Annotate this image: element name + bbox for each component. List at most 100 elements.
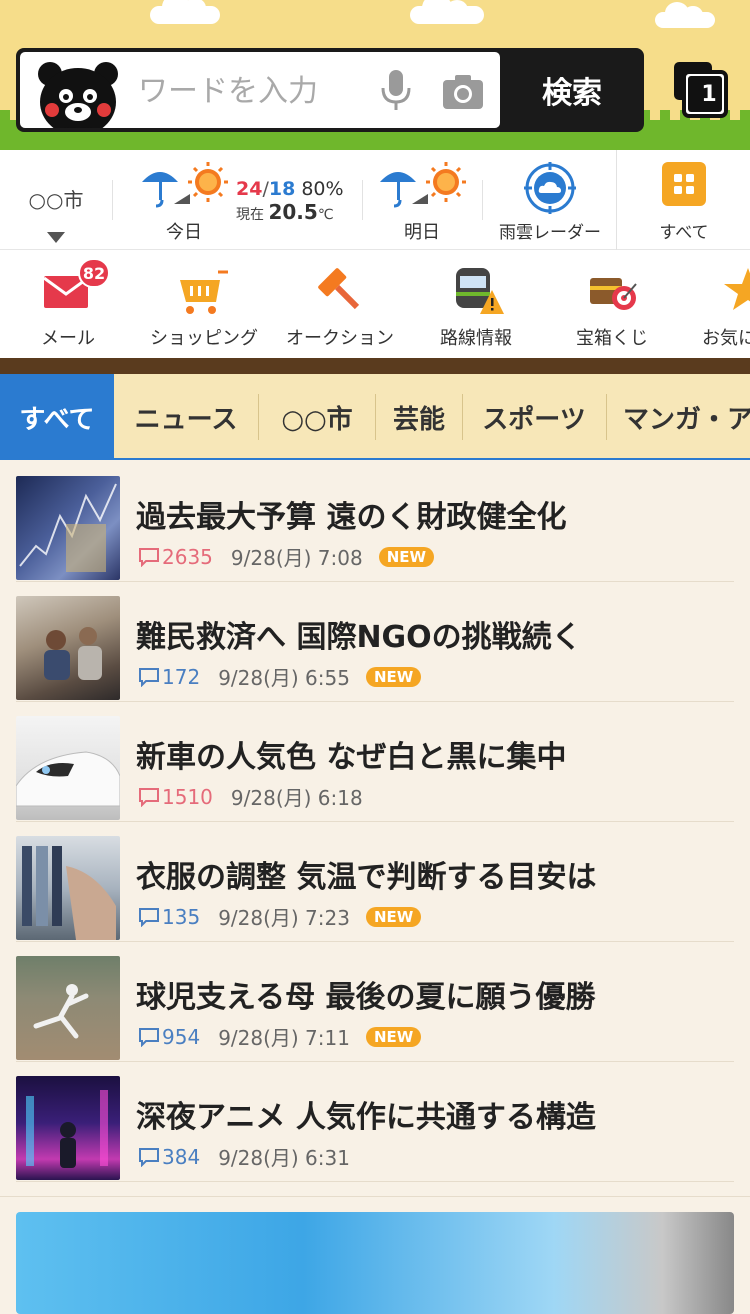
news-date: 9/28(月) 6:31: [218, 1146, 350, 1170]
service-lottery[interactable]: 宝箱くじ: [544, 250, 680, 358]
divider: [362, 180, 363, 220]
news-item[interactable]: 衣服の調整 気温で判断する目安は 135 9/28(月) 7:23 NEW: [16, 822, 734, 942]
news-thumbnail: [16, 956, 120, 1060]
tab-manga[interactable]: マンガ・ア: [607, 374, 750, 458]
temp-unit: ℃: [317, 207, 334, 223]
microphone-icon[interactable]: [378, 68, 414, 114]
weather-bar: ○○市 今日 24/18 80% 現在 20.5℃ 明日 雨雲レーダー すべて: [0, 150, 750, 250]
service-label: メール: [41, 328, 95, 349]
news-thumbnail-art: [44, 627, 102, 680]
service-label: ショッピング: [150, 328, 258, 349]
mail-unread-badge: 82: [78, 258, 110, 288]
cloud-decoration: [410, 0, 484, 24]
tab-entertainment[interactable]: 芸能: [376, 374, 462, 458]
service-label: オークション: [286, 328, 394, 349]
news-meta: 135 9/28(月) 7:23 NEW: [138, 902, 422, 931]
new-badge: NEW: [365, 906, 422, 927]
tab-news[interactable]: ニュース: [114, 374, 258, 458]
news-thumbnail: [16, 596, 120, 700]
tab-count: 1: [701, 82, 717, 107]
list-divider: [0, 1196, 750, 1197]
today-label: 今日: [166, 222, 202, 243]
service-label: 宝箱くじ: [576, 328, 648, 349]
service-label: お気に: [702, 328, 750, 349]
comment-count: 172: [162, 664, 201, 689]
tabs-button[interactable]: 1: [670, 60, 730, 120]
all-weather-link[interactable]: すべて: [618, 150, 750, 250]
news-headline: 難民救済へ 国際NGOの挑戦続く: [136, 620, 582, 655]
news-meta: 1510 9/28(月) 6:18: [138, 782, 363, 811]
comment-count: 1510: [162, 784, 213, 809]
service-mail[interactable]: 82 メール: [0, 250, 136, 358]
news-thumbnail: [16, 476, 120, 580]
news-date: 9/28(月) 6:55: [218, 666, 350, 690]
comment-count: 2635: [162, 544, 213, 569]
news-thumbnail-art: [26, 1090, 108, 1168]
tab-city[interactable]: ○○市: [259, 374, 375, 458]
search-button[interactable]: 検索: [500, 48, 644, 132]
new-badge: NEW: [378, 546, 435, 567]
news-thumbnail-art: [22, 846, 116, 940]
precip-chance: 80%: [301, 178, 344, 200]
treasure-chest-icon: [590, 278, 637, 310]
news-date: 9/28(月) 7:11: [218, 1026, 350, 1050]
search-field-container: [20, 52, 500, 128]
header: 検索 1: [0, 0, 750, 150]
service-transit[interactable]: 路線情報: [408, 250, 544, 358]
news-date: 9/28(月) 7:08: [230, 546, 363, 570]
news-meta: 172 9/28(月) 6:55 NEW: [138, 662, 422, 691]
news-thumbnail-art: [16, 751, 120, 807]
news-date: 9/28(月) 6:18: [230, 786, 363, 810]
news-meta: 2635 9/28(月) 7:08 NEW: [138, 542, 435, 571]
temperature-range: 24/18 80%: [236, 178, 344, 200]
city-selector[interactable]: ○○市: [0, 150, 112, 250]
news-headline: 深夜アニメ 人気作に共通する構造: [136, 1100, 596, 1135]
tomorrow-weather[interactable]: 明日: [364, 150, 482, 250]
tab-all[interactable]: すべて: [0, 374, 114, 458]
rain-radar-link[interactable]: 雨雲レーダー: [484, 150, 616, 250]
feature-banner-image[interactable]: [16, 1212, 734, 1314]
news-item[interactable]: 深夜アニメ 人気作に共通する構造 384 9/28(月) 6:31: [16, 1062, 734, 1182]
radar-label: 雨雲レーダー: [499, 223, 601, 243]
service-label: 路線情報: [440, 328, 512, 349]
comment-count: 384: [162, 1144, 201, 1169]
news-headline: 新車の人気色 なぜ白と黒に集中: [136, 740, 567, 775]
comment-icon: [139, 1147, 159, 1167]
comment-count: 954: [162, 1024, 201, 1049]
comment-icon: [139, 787, 159, 807]
category-tabs: すべて ニュース ○○市 芸能 スポーツ マンガ・ア: [0, 374, 750, 460]
current-temp: 現在 20.5℃: [236, 200, 334, 224]
service-shopping[interactable]: ショッピング: [136, 250, 272, 358]
low-temp: 18: [268, 178, 296, 200]
comment-icon: [139, 547, 159, 567]
shopping-cart-icon: [180, 270, 228, 314]
news-thumbnail: [16, 836, 120, 940]
service-auction[interactable]: オークション: [272, 250, 408, 358]
news-item[interactable]: 新車の人気色 なぜ白と黒に集中 1510 9/28(月) 6:18: [16, 702, 734, 822]
new-badge: NEW: [365, 666, 422, 687]
search-input[interactable]: [138, 66, 348, 116]
camera-icon[interactable]: [442, 74, 484, 110]
news-thumbnail-art: [33, 984, 89, 1039]
umbrella-sun-icon: [142, 162, 228, 208]
bear-mascot-icon: [38, 62, 118, 128]
divider: [112, 180, 113, 220]
search-bar: 検索: [16, 48, 644, 132]
comment-icon: [139, 907, 159, 927]
service-favorites[interactable]: お気に: [680, 250, 750, 358]
city-label: ○○市: [28, 188, 84, 212]
news-item[interactable]: 難民救済へ 国際NGOの挑戦続く 172 9/28(月) 6:55 NEW: [16, 582, 734, 702]
cloud-decoration: [655, 2, 715, 28]
grid-icon: [662, 162, 706, 206]
news-thumbnail-art: [19, 483, 117, 572]
service-shortcuts: 82 メール ショッピング オークション 路線情報 宝箱くじ お気に: [0, 250, 750, 358]
tab-sports[interactable]: スポーツ: [463, 374, 605, 458]
gavel-icon: [318, 268, 360, 310]
news-headline: 衣服の調整 気温で判断する目安は: [136, 860, 597, 895]
news-date: 9/28(月) 7:23: [218, 906, 350, 930]
news-item[interactable]: 球児支える母 最後の夏に願う優勝 954 9/28(月) 7:11 NEW: [16, 942, 734, 1062]
comment-count: 135: [162, 904, 201, 929]
section-divider: [0, 358, 750, 374]
comment-icon: [139, 1027, 159, 1047]
news-item[interactable]: 過去最大予算 遠のく財政健全化 2635 9/28(月) 7:08 NEW: [16, 462, 734, 582]
